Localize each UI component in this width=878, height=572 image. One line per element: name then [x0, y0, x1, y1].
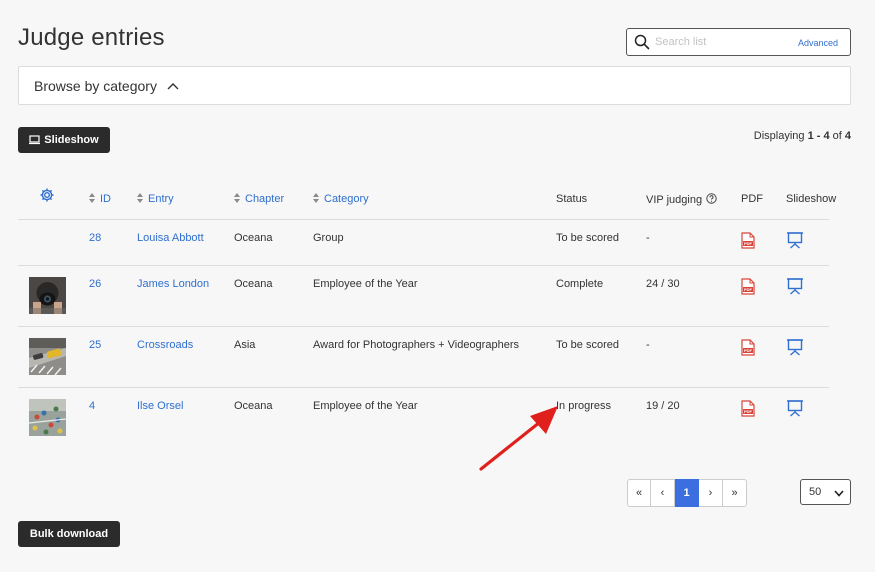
row-divider [18, 219, 829, 220]
displaying-range: 1 - 4 [807, 130, 830, 142]
row-divider [18, 387, 829, 388]
svg-text:PDF: PDF [744, 241, 753, 246]
svg-text:PDF: PDF [744, 348, 753, 353]
entry-name-link[interactable]: Ilse Orsel [137, 400, 183, 412]
svg-text:PDF: PDF [744, 287, 753, 292]
column-header-chapter-label: Chapter [245, 193, 285, 205]
last-page-button[interactable]: » [723, 479, 747, 507]
entry-thumbnail[interactable] [29, 277, 66, 314]
sort-icon [313, 193, 319, 203]
browse-by-category-toggle[interactable]: Browse by category [18, 66, 851, 105]
monitor-icon [29, 135, 41, 145]
displaying-count: Displaying 1 - 4 of 4 [754, 130, 851, 142]
svg-text:PDF: PDF [744, 409, 753, 414]
entry-id-link[interactable]: 4 [89, 400, 95, 412]
per-page-select[interactable]: 50 [800, 479, 851, 505]
prev-page-button[interactable]: ‹ [651, 479, 675, 507]
entry-status: To be scored [556, 339, 619, 351]
sort-icon [137, 193, 143, 203]
column-header-pdf: PDF [741, 193, 763, 205]
entry-category: Award for Photographers + Videographers [313, 339, 519, 351]
entry-category: Employee of the Year [313, 400, 418, 412]
chevron-down-icon [834, 488, 844, 500]
column-header-category-label: Category [324, 193, 369, 205]
pdf-icon[interactable]: PDF [740, 400, 756, 422]
slideshow-icon[interactable] [786, 399, 804, 422]
bulk-download-button[interactable]: Bulk download [18, 521, 120, 547]
page-title: Judge entries [18, 24, 165, 51]
entry-status: To be scored [556, 232, 619, 244]
chevron-up-icon [167, 82, 179, 90]
sort-icon [89, 193, 95, 203]
entry-name-link[interactable]: Crossroads [137, 339, 193, 351]
pdf-icon[interactable]: PDF [740, 232, 756, 254]
entry-id-link[interactable]: 28 [89, 232, 101, 244]
help-icon [706, 193, 717, 204]
entry-thumbnail[interactable] [29, 338, 66, 375]
entry-chapter: Oceana [234, 400, 273, 412]
pdf-icon[interactable]: PDF [740, 339, 756, 361]
column-header-entry-label: Entry [148, 193, 174, 205]
entry-category: Group [313, 232, 344, 244]
page-button-current[interactable]: 1 [675, 479, 699, 507]
displaying-prefix: Displaying [753, 130, 808, 142]
column-header-status: Status [556, 193, 588, 205]
search-input[interactable] [655, 36, 795, 48]
column-header-id-label: ID [100, 193, 111, 205]
column-header-vip-label: VIP judging [646, 194, 703, 206]
entry-thumbnail[interactable] [29, 399, 66, 436]
column-header-category[interactable]: Category [313, 193, 369, 205]
displaying-total: 4 [844, 130, 851, 142]
slideshow-icon[interactable] [786, 231, 804, 254]
column-header-entry[interactable]: Entry [137, 193, 174, 205]
column-header-id[interactable]: ID [89, 193, 111, 205]
entry-vip-score: - [646, 232, 650, 244]
pdf-icon[interactable]: PDF [740, 278, 756, 300]
sort-icon [234, 193, 240, 203]
per-page-value: 50 [809, 486, 822, 498]
search-box[interactable]: Advanced [626, 28, 851, 56]
displaying-of: of [829, 130, 845, 142]
search-icon[interactable] [629, 29, 655, 55]
entry-chapter: Oceana [234, 232, 273, 244]
entry-name-link[interactable]: James London [137, 278, 209, 290]
pagination: « ‹ 1 › » [627, 479, 747, 507]
entry-id-link[interactable]: 26 [89, 278, 101, 290]
column-header-vip-judging: VIP judging [646, 193, 717, 206]
row-divider [18, 265, 829, 266]
entry-category: Employee of the Year [313, 278, 418, 290]
slideshow-button-label: Slideshow [44, 134, 99, 146]
entry-id-link[interactable]: 25 [89, 339, 101, 351]
entry-name-link[interactable]: Louisa Abbott [137, 232, 204, 244]
row-divider [18, 326, 829, 327]
gear-icon[interactable] [39, 187, 55, 208]
annotation-arrow-icon [479, 406, 558, 471]
entry-status: In progress [556, 400, 612, 412]
entry-vip-score: 19 / 20 [646, 400, 680, 412]
slideshow-icon[interactable] [786, 338, 804, 361]
entry-vip-score: - [646, 339, 650, 351]
entry-vip-score: 24 / 30 [646, 278, 680, 290]
advanced-search-link[interactable]: Advanced [798, 38, 838, 48]
entry-chapter: Oceana [234, 278, 273, 290]
entry-status: Complete [556, 278, 604, 290]
column-header-chapter[interactable]: Chapter [234, 193, 284, 205]
slideshow-button[interactable]: Slideshow [18, 127, 110, 153]
first-page-button[interactable]: « [627, 479, 651, 507]
browse-label: Browse by category [34, 77, 157, 94]
next-page-button[interactable]: › [699, 479, 723, 507]
entry-chapter: Asia [234, 339, 256, 351]
slideshow-icon[interactable] [786, 277, 804, 300]
column-header-slideshow: Slideshow [786, 193, 837, 205]
